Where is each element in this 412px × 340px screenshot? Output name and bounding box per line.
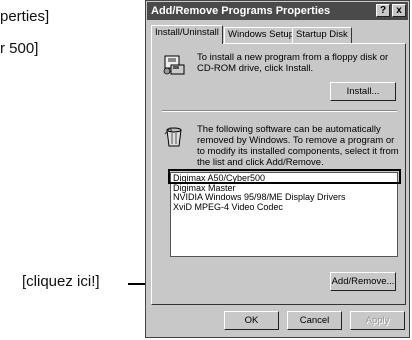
close-button[interactable]: x — [392, 4, 406, 17]
callout-label: [cliquez ici!] — [22, 273, 100, 290]
install-disk-icon — [163, 55, 185, 75]
install-button[interactable]: Install... — [330, 82, 396, 101]
cancel-button[interactable]: Cancel — [287, 311, 342, 330]
selection-highlight-box — [168, 169, 401, 184]
tab-startup-disk[interactable]: Startup Disk — [292, 27, 352, 43]
panel-divider — [162, 110, 397, 112]
ok-button[interactable]: OK — [224, 311, 279, 330]
doc-text-fragment-mid: r 500] — [0, 40, 39, 57]
tab-install-uninstall[interactable]: Install/Uninstall — [151, 25, 223, 44]
install-instructions: To install a new program from a floppy d… — [197, 52, 389, 74]
doc-text-fragment-top: perties] — [0, 8, 50, 25]
installed-programs-list[interactable]: Digimax A50/Cyber500 Digimax Master NVID… — [170, 172, 398, 257]
add-remove-button[interactable]: Add/Remove... — [330, 272, 396, 291]
remove-instructions: The following software can be automatica… — [197, 124, 399, 168]
tab-windows-setup[interactable]: Windows Setup — [224, 27, 299, 43]
recycle-bin-icon — [164, 127, 182, 147]
list-item[interactable]: XviD MPEG-4 Video Codec — [173, 202, 395, 213]
apply-button[interactable]: Apply — [350, 311, 405, 330]
add-remove-programs-dialog: Add/Remove Programs Properties ? x Insta… — [145, 0, 410, 338]
dialog-title: Add/Remove Programs Properties — [151, 5, 331, 17]
install-uninstall-panel: To install a new program from a floppy d… — [151, 43, 406, 305]
help-button[interactable]: ? — [376, 4, 390, 17]
dialog-titlebar[interactable]: Add/Remove Programs Properties ? x — [147, 2, 408, 20]
